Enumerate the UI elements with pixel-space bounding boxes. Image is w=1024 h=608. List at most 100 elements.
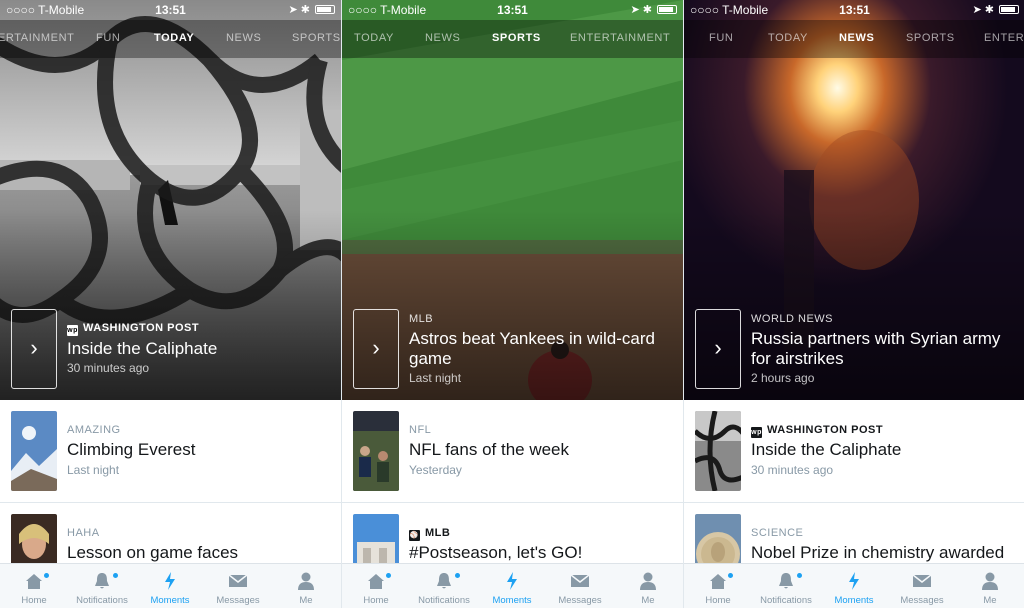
nav-messages[interactable]: Messages — [546, 564, 614, 608]
tab-today[interactable]: TODAY — [354, 32, 394, 44]
status-icons: ➤ ✱ — [288, 3, 335, 16]
category-tabs: ERTAINMENT FUN TODAY NEWS SPORTS — [0, 20, 341, 58]
status-icons: ➤ ✱ — [972, 3, 1019, 16]
item-category: SCIENCE — [751, 527, 804, 539]
screen-today: ○○○○ T-Mobile 13:51 ➤ ✱ ERTAINMENT FUN T… — [0, 0, 341, 608]
tab-today[interactable]: TODAY — [154, 32, 194, 44]
washington-post-logo-icon: wp — [751, 427, 762, 438]
person-icon — [982, 572, 998, 590]
nav-me[interactable]: Me — [956, 564, 1024, 608]
nav-me[interactable]: Me — [614, 564, 682, 608]
screen-sports: ○○○○ T-Mobile 13:51 ➤ ✱ TODAY NEWS SPORT… — [342, 0, 683, 608]
nav-notifications[interactable]: Notifications — [752, 564, 820, 608]
unread-dot — [728, 573, 733, 578]
tab-sports[interactable]: SPORTS — [492, 32, 541, 44]
nav-messages-label: Messages — [216, 595, 260, 606]
lightning-icon — [849, 572, 859, 590]
item-category: wp WASHINGTON POST — [751, 424, 883, 438]
nav-notifications[interactable]: Notifications — [68, 564, 136, 608]
envelope-icon — [570, 574, 590, 587]
nav-notifications[interactable]: Notifications — [410, 564, 478, 608]
item-category: ⚾ MLB — [409, 527, 450, 541]
hero-title[interactable]: Astros beat Yankees in wild-card game — [409, 329, 674, 369]
unread-dot — [44, 573, 49, 578]
status-icons: ➤ ✱ — [630, 3, 677, 16]
tab-fun[interactable]: FUN — [96, 32, 120, 44]
person-icon — [298, 572, 314, 590]
list-item[interactable]: NFL NFL fans of the week Yesterday — [342, 400, 683, 503]
moment-thumbnail — [353, 411, 399, 491]
nav-home[interactable]: Home — [684, 564, 752, 608]
nav-messages-label: Messages — [900, 595, 944, 606]
tab-news[interactable]: NEWS — [226, 32, 261, 44]
tab-sports[interactable]: SPORTS — [906, 32, 955, 44]
nav-home-label: Home — [21, 595, 47, 606]
bell-icon — [95, 573, 109, 589]
nav-messages[interactable]: Messages — [204, 564, 272, 608]
tab-sports[interactable]: SPORTS — [292, 32, 341, 44]
battery-icon — [999, 5, 1019, 14]
open-moment-button[interactable]: › — [695, 309, 741, 389]
nav-moments[interactable]: Moments — [820, 564, 888, 608]
hero-category-label: WASHINGTON POST — [83, 322, 200, 334]
item-category: AMAZING — [67, 424, 121, 436]
nav-moments[interactable]: Moments — [478, 564, 546, 608]
item-title: Climbing Everest — [67, 440, 196, 459]
envelope-icon — [912, 574, 932, 587]
unread-dot — [797, 573, 802, 578]
list-item[interactable]: wp WASHINGTON POST Inside the Caliphate 3… — [684, 400, 1024, 503]
item-category-label: MLB — [425, 527, 451, 539]
nav-notifications-label: Notifications — [76, 595, 128, 606]
nav-me-label: Me — [299, 595, 313, 606]
list-item[interactable]: AMAZING Climbing Everest Last night — [0, 400, 341, 503]
bottom-nav: Home Notifications Moments Messages Me — [684, 563, 1024, 608]
hero-title[interactable]: Russia partners with Syrian army for air… — [751, 329, 1016, 369]
home-icon — [710, 574, 726, 589]
hero-title[interactable]: Inside the Caliphate — [67, 339, 332, 359]
item-title: #Postseason, let's GO! — [409, 543, 583, 562]
nav-moments-label: Moments — [150, 595, 190, 606]
tab-news[interactable]: NEWS — [425, 32, 460, 44]
home-icon — [368, 574, 384, 589]
bell-icon — [779, 573, 793, 589]
hero-timestamp: 2 hours ago — [751, 371, 815, 385]
home-icon — [26, 574, 42, 589]
nav-home-label: Home — [705, 595, 731, 606]
bell-icon — [437, 573, 451, 589]
tab-today[interactable]: TODAY — [768, 32, 808, 44]
nav-moments[interactable]: Moments — [136, 564, 204, 608]
item-title: Inside the Caliphate — [751, 440, 902, 459]
battery-icon — [657, 5, 677, 14]
item-title: Lesson on game faces — [67, 543, 239, 562]
lightning-icon — [165, 572, 175, 590]
nav-messages[interactable]: Messages — [888, 564, 956, 608]
tab-entertainment[interactable]: ENTERT — [984, 32, 1024, 44]
nav-home[interactable]: Home — [342, 564, 410, 608]
nav-messages-label: Messages — [558, 595, 602, 606]
moment-thumbnail — [695, 411, 741, 491]
nav-notifications-label: Notifications — [418, 595, 470, 606]
category-tabs: FUN TODAY NEWS SPORTS ENTERT — [684, 20, 1024, 58]
open-moment-button[interactable]: › — [11, 309, 57, 389]
nav-me[interactable]: Me — [272, 564, 340, 608]
screen-news: ○○○○ T-Mobile 13:51 ➤ ✱ FUN TODAY NEWS S… — [684, 0, 1024, 608]
item-category-label: WASHINGTON POST — [767, 424, 884, 436]
moment-thumbnail — [11, 411, 57, 491]
open-moment-button[interactable]: › — [353, 309, 399, 389]
status-bar: ○○○○ T-Mobile 13:51 ➤ ✱ — [342, 0, 683, 20]
chevron-right-icon: › — [714, 335, 722, 360]
nav-me-label: Me — [983, 595, 997, 606]
tab-fun[interactable]: FUN — [709, 32, 733, 44]
tab-entertainment[interactable]: ERTAINMENT — [0, 32, 75, 44]
category-tabs: TODAY NEWS SPORTS ENTERTAINMENT — [342, 20, 683, 58]
tab-news[interactable]: NEWS — [839, 32, 874, 44]
nav-moments-label: Moments — [834, 595, 874, 606]
item-timestamp: Yesterday — [409, 463, 462, 477]
nav-notifications-label: Notifications — [760, 595, 812, 606]
tab-entertainment[interactable]: ENTERTAINMENT — [570, 32, 670, 44]
person-icon — [640, 572, 656, 590]
hero-category: wp WASHINGTON POST — [67, 322, 199, 336]
nav-home[interactable]: Home — [0, 564, 68, 608]
unread-dot — [386, 573, 391, 578]
hero-category: WORLD NEWS — [751, 313, 833, 325]
